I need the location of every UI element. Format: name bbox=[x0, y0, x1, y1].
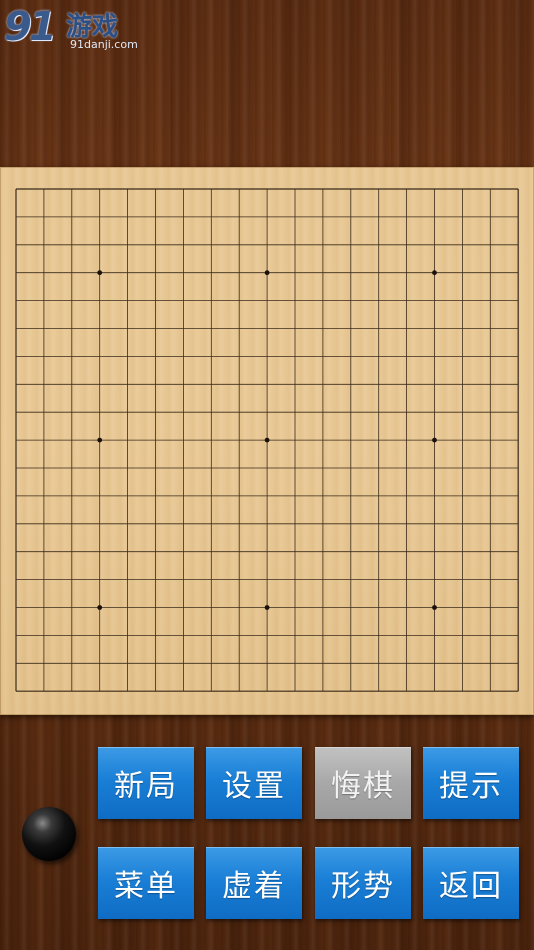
back-button[interactable]: 返回 bbox=[423, 847, 519, 919]
logo-url: 91danji.com bbox=[70, 38, 138, 51]
virtual-move-button[interactable]: 虚着 bbox=[206, 847, 302, 919]
logo: 91 游戏 91danji.com bbox=[4, 4, 138, 51]
star-point bbox=[97, 437, 103, 443]
star-point bbox=[432, 437, 437, 443]
board-grid[interactable] bbox=[0, 167, 534, 715]
go-board[interactable] bbox=[0, 167, 534, 715]
settings-button[interactable]: 设置 bbox=[206, 747, 302, 819]
black-stone-turn-indicator bbox=[22, 807, 76, 861]
menu-button[interactable]: 菜单 bbox=[98, 847, 194, 919]
star-point bbox=[264, 437, 270, 443]
star-point bbox=[432, 605, 437, 610]
star-point bbox=[264, 605, 270, 610]
situation-button[interactable]: 形势 bbox=[315, 847, 411, 919]
star-point bbox=[97, 605, 103, 610]
hint-button[interactable]: 提示 bbox=[423, 747, 519, 819]
logo-number: 91 bbox=[4, 4, 57, 50]
star-point bbox=[97, 270, 103, 276]
star-point bbox=[432, 270, 437, 276]
star-point bbox=[264, 270, 270, 276]
undo-button[interactable]: 悔棋 bbox=[315, 747, 411, 819]
new-game-button[interactable]: 新局 bbox=[98, 747, 194, 819]
